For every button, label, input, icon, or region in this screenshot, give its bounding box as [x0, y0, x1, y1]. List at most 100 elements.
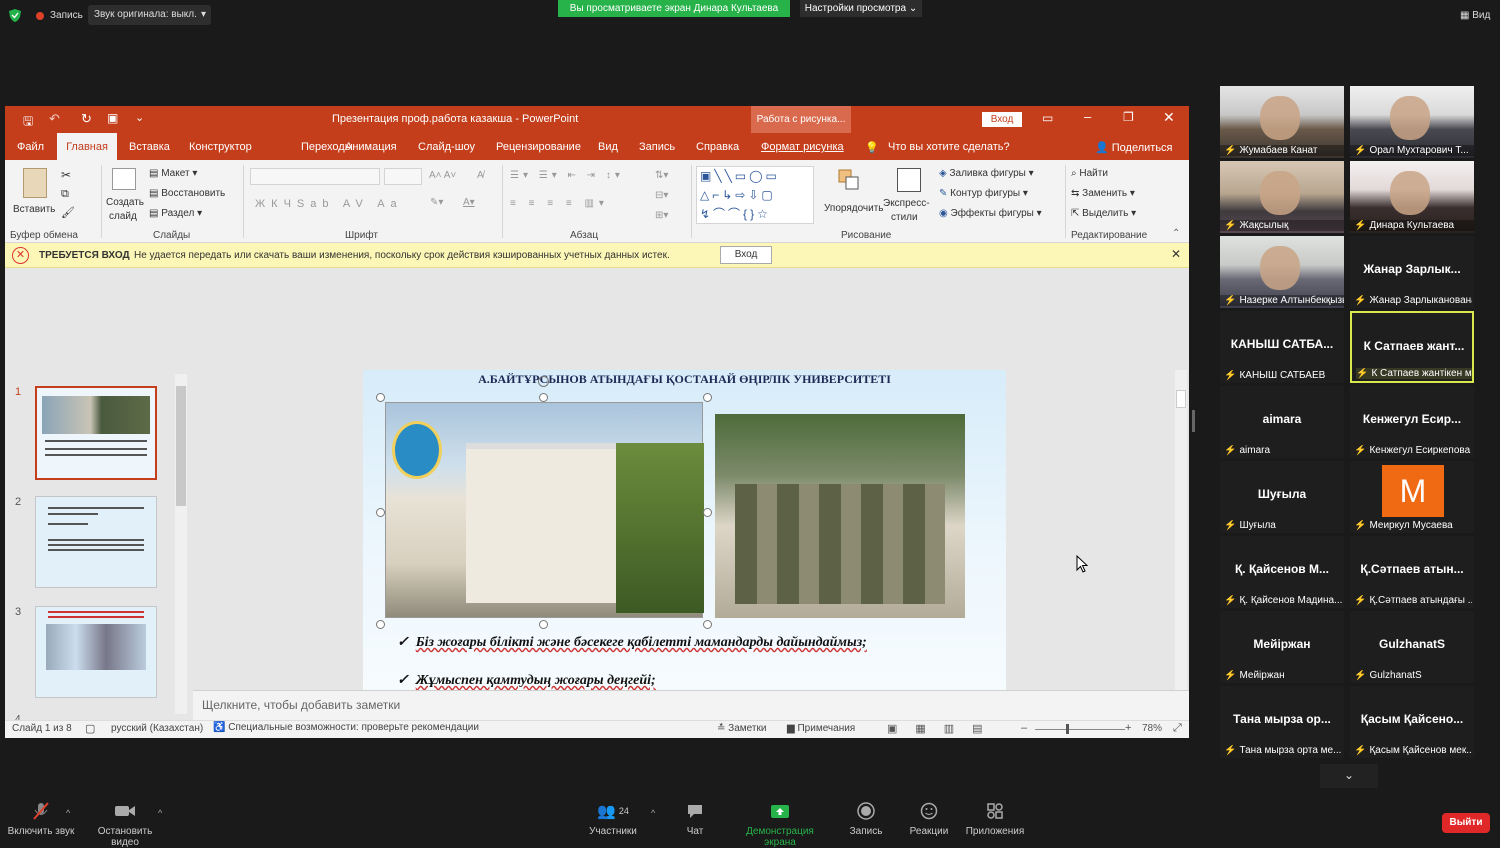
tab-insert[interactable]: Вставка — [129, 141, 170, 153]
resize-handle[interactable] — [376, 508, 385, 517]
new-slide-label-1[interactable]: Создать — [106, 197, 144, 208]
warning-login-button[interactable]: Вход — [720, 246, 772, 264]
quick-styles-label-1[interactable]: Экспресс- — [883, 198, 930, 209]
redo-icon[interactable]: ↻ — [81, 111, 92, 127]
university-building-image[interactable] — [385, 402, 704, 618]
replace-button[interactable]: ⇆ Заменить ▾ — [1071, 188, 1135, 199]
font-style-buttons-icon[interactable]: ЖКЧSab AV Aa — [255, 198, 403, 210]
copy-icon[interactable]: ⧉ — [61, 188, 69, 201]
paste-icon[interactable] — [23, 168, 47, 198]
layout-button[interactable]: ▤ Макет ▾ — [149, 168, 197, 179]
quick-styles-icon[interactable] — [897, 168, 921, 192]
accessibility-button[interactable]: ♿ Специальные возможности: проверьте рек… — [213, 722, 479, 733]
spelling-icon[interactable]: ▢ — [85, 722, 95, 735]
shape-outline-button[interactable]: ✎ Контур фигуры ▾ — [939, 188, 1028, 199]
tab-view[interactable]: Вид — [598, 141, 618, 153]
close-icon[interactable]: ✕ — [1163, 109, 1175, 126]
panel-splitter[interactable] — [1192, 410, 1195, 432]
select-button[interactable]: ⇱ Выделить ▾ — [1071, 208, 1136, 219]
participant-tile[interactable]: Мейіржан ⚡ Мейіржан — [1220, 611, 1344, 683]
participant-tile[interactable]: КАНЫШ САТБА... ⚡ КАНЫШ САТБАЕВ — [1220, 311, 1344, 383]
participant-tile[interactable]: ⚡ Назерке Алтынбекқызы — [1220, 236, 1344, 308]
comments-button[interactable]: ▆ Примечания — [787, 723, 855, 734]
tab-record[interactable]: Запись — [639, 141, 675, 153]
participant-tile[interactable]: ⚡ Жақсылық — [1220, 161, 1344, 233]
highlight-icon[interactable]: ✎▾ — [430, 197, 443, 208]
align-buttons-icon[interactable]: ≡ ≡ ≡ ≡ ▥▾ — [510, 198, 609, 209]
tab-animation[interactable]: Анимация — [345, 141, 397, 153]
zoom-in-icon[interactable]: + — [1125, 722, 1131, 734]
participant-tile[interactable]: Жанар Зарлык... ⚡ Жанар Зарлыканована — [1350, 236, 1474, 308]
save-icon[interactable]: 🖫 — [23, 112, 33, 133]
resize-handle[interactable] — [376, 620, 385, 629]
shape-effects-button[interactable]: ◉ Эффекты фигуры ▾ — [939, 208, 1042, 219]
chevron-up-icon[interactable]: ^ — [66, 808, 70, 818]
chevron-up-icon[interactable]: ^ — [158, 808, 162, 818]
present-icon[interactable]: ▣ — [107, 111, 118, 125]
view-settings-button[interactable]: Настройки просмотра ⌄ — [800, 0, 922, 17]
shapes-gallery[interactable]: ▣╲╲▭◯▭ △⌐↳⇨⇩▢ ↯⌒⌒{}☆ — [696, 166, 814, 224]
view-mode-icons[interactable]: ▣▦▥▤ — [887, 722, 1001, 735]
reset-button[interactable]: ▤ Восстановить — [149, 188, 225, 199]
participant-tile[interactable]: ⚡ Орал Мухтарович Т... — [1350, 86, 1474, 158]
text-direction-icon[interactable]: ⇅▾ — [655, 170, 668, 181]
zoom-slider-thumb[interactable] — [1066, 724, 1069, 734]
tell-me-search[interactable]: Что вы хотите сделать? — [888, 141, 1010, 153]
login-button[interactable]: Вход — [982, 112, 1022, 127]
font-color-icon[interactable]: A▾ — [463, 197, 475, 208]
clear-format-icon[interactable]: A̸ — [477, 170, 484, 181]
zoom-slider[interactable] — [1035, 729, 1125, 730]
resize-handle[interactable] — [539, 620, 548, 629]
tab-help[interactable]: Справка — [696, 141, 739, 153]
resize-handle[interactable] — [703, 393, 712, 402]
fit-slide-icon[interactable]: ⤢ — [1173, 722, 1182, 735]
participant-tile[interactable]: ⚡ Динара Культаева — [1350, 161, 1474, 233]
participant-tile[interactable]: Кенжегул Есир... ⚡ Кенжегул Есиркепова — [1350, 386, 1474, 458]
tab-picture-format[interactable]: Формат рисунка — [761, 141, 844, 153]
resize-handle[interactable] — [376, 393, 385, 402]
slide-thumbnail-2[interactable] — [35, 496, 157, 588]
minimize-icon[interactable]: – — [1084, 109, 1091, 124]
quick-styles-label-2[interactable]: стили — [891, 212, 918, 223]
stop-video-button[interactable]: Остановить видео — [84, 796, 166, 848]
participant-tile[interactable]: M ⚡ Меиркул Мусаева — [1350, 461, 1474, 533]
cut-icon[interactable]: ✂ — [61, 168, 71, 182]
new-slide-icon[interactable] — [112, 168, 136, 190]
participant-tile[interactable]: Қасым Қайсено... ⚡ Қасым Қайсенов мек... — [1350, 686, 1474, 758]
arrange-label[interactable]: Упорядочить — [824, 203, 884, 214]
slide-thumbnail-3[interactable] — [35, 606, 157, 698]
reactions-button[interactable]: Реакции — [904, 796, 954, 837]
participants-button[interactable]: 👥 24 Участники — [588, 796, 638, 837]
font-grow-icon[interactable]: A˄ A˅ — [429, 170, 456, 181]
participant-tile[interactable]: ⚡ Жумабаев Канат — [1220, 86, 1344, 158]
leave-button[interactable]: Выйти — [1442, 813, 1490, 833]
apps-button[interactable]: Приложения — [962, 796, 1028, 837]
slide-scrollbar[interactable] — [1175, 370, 1187, 690]
tab-file[interactable]: Файл — [17, 141, 44, 153]
record-button[interactable]: Запись — [844, 796, 888, 837]
ribbon-display-icon[interactable]: ▭ — [1042, 111, 1053, 125]
resize-handle[interactable] — [703, 508, 712, 517]
slide-thumbnail-1[interactable] — [35, 386, 157, 480]
font-size-select[interactable] — [384, 168, 422, 185]
chat-button[interactable]: Чат — [676, 796, 714, 837]
thumbs-scrollbar[interactable] — [175, 374, 187, 714]
gallery-next-button[interactable]: ⌄ — [1320, 764, 1378, 788]
participant-tile[interactable]: Шуғыла ⚡ Шуғыла — [1220, 461, 1344, 533]
arrange-icon[interactable] — [837, 168, 861, 192]
shield-icon[interactable] — [9, 9, 21, 22]
section-button[interactable]: ▤ Раздел ▾ — [149, 208, 202, 219]
format-painter-icon[interactable]: 🖌 — [61, 206, 75, 219]
soldiers-image[interactable] — [715, 414, 965, 618]
tab-home[interactable]: Главная — [57, 133, 117, 160]
tab-design[interactable]: Конструктор — [189, 141, 252, 153]
participant-tile[interactable]: Тана мырза ор... ⚡ Тана мырза орта ме... — [1220, 686, 1344, 758]
notes-pane[interactable]: Щелкните, чтобы добавить заметки — [193, 690, 1189, 720]
restore-icon[interactable]: ❐ — [1123, 110, 1134, 124]
view-button[interactable]: ▦ Вид — [1460, 10, 1490, 21]
slide-canvas[interactable]: А.БАЙТҰРСЫНОВ АТЫНДАҒЫ ҚОСТАНАЙ ӨҢІРЛІК … — [363, 370, 1006, 690]
share-button[interactable]: 👤 Поделиться — [1095, 141, 1173, 154]
smartart-icon[interactable]: ⊞▾ — [655, 210, 668, 221]
participant-tile[interactable]: Қ. Қайсенов М... ⚡ Қ. Қайсенов Мадина... — [1220, 536, 1344, 608]
language-label[interactable]: русский (Казахстан) — [111, 723, 203, 734]
